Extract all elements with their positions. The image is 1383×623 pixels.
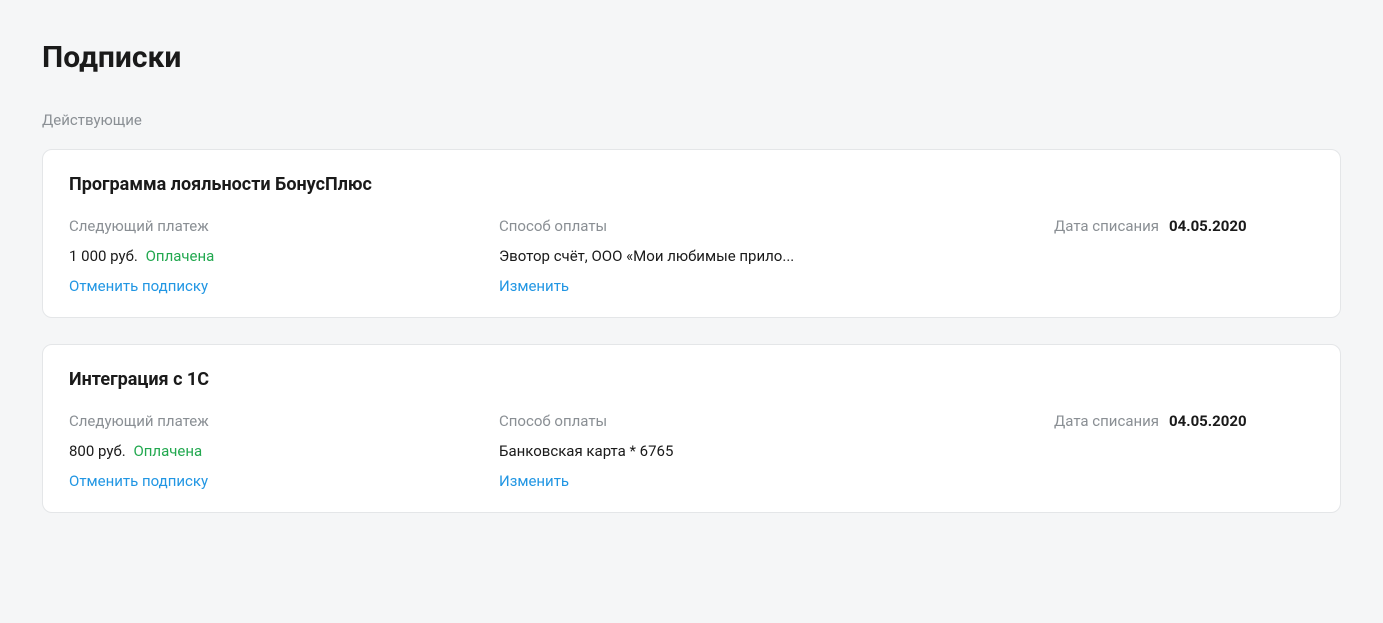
charge-date-label: Дата списания [1054, 412, 1159, 430]
status-badge: Оплачена [146, 247, 215, 265]
charge-date-value: 04.05.2020 [1169, 412, 1247, 430]
change-payment-link[interactable]: Изменить [499, 277, 1054, 295]
charge-date-value: 04.05.2020 [1169, 217, 1247, 235]
payment-method-value: Банковская карта * 6765 [499, 442, 819, 460]
subscription-card: Программа лояльности БонусПлюс Следующий… [42, 149, 1341, 318]
next-payment-label: Следующий платеж [69, 217, 499, 235]
charge-date-label: Дата списания [1054, 217, 1159, 235]
status-badge: Оплачена [133, 442, 202, 460]
payment-method-value: Эвотор счёт, ООО «Мои любимые прило... [499, 247, 819, 265]
subscription-price: 1 000 руб. [69, 247, 138, 265]
payment-method-label: Способ оплаты [499, 412, 1054, 430]
subscription-title: Программа лояльности БонусПлюс [69, 174, 1314, 195]
section-label-active: Действующие [42, 111, 1341, 129]
change-payment-link[interactable]: Изменить [499, 472, 1054, 490]
page-title: Подписки [42, 40, 1341, 75]
payment-method-label: Способ оплаты [499, 217, 1054, 235]
next-payment-label: Следующий платеж [69, 412, 499, 430]
subscription-card: Интеграция с 1С Следующий платеж 800 руб… [42, 344, 1341, 513]
cancel-subscription-link[interactable]: Отменить подписку [69, 472, 499, 490]
cancel-subscription-link[interactable]: Отменить подписку [69, 277, 499, 295]
subscription-title: Интеграция с 1С [69, 369, 1314, 390]
subscription-price: 800 руб. [69, 442, 126, 460]
